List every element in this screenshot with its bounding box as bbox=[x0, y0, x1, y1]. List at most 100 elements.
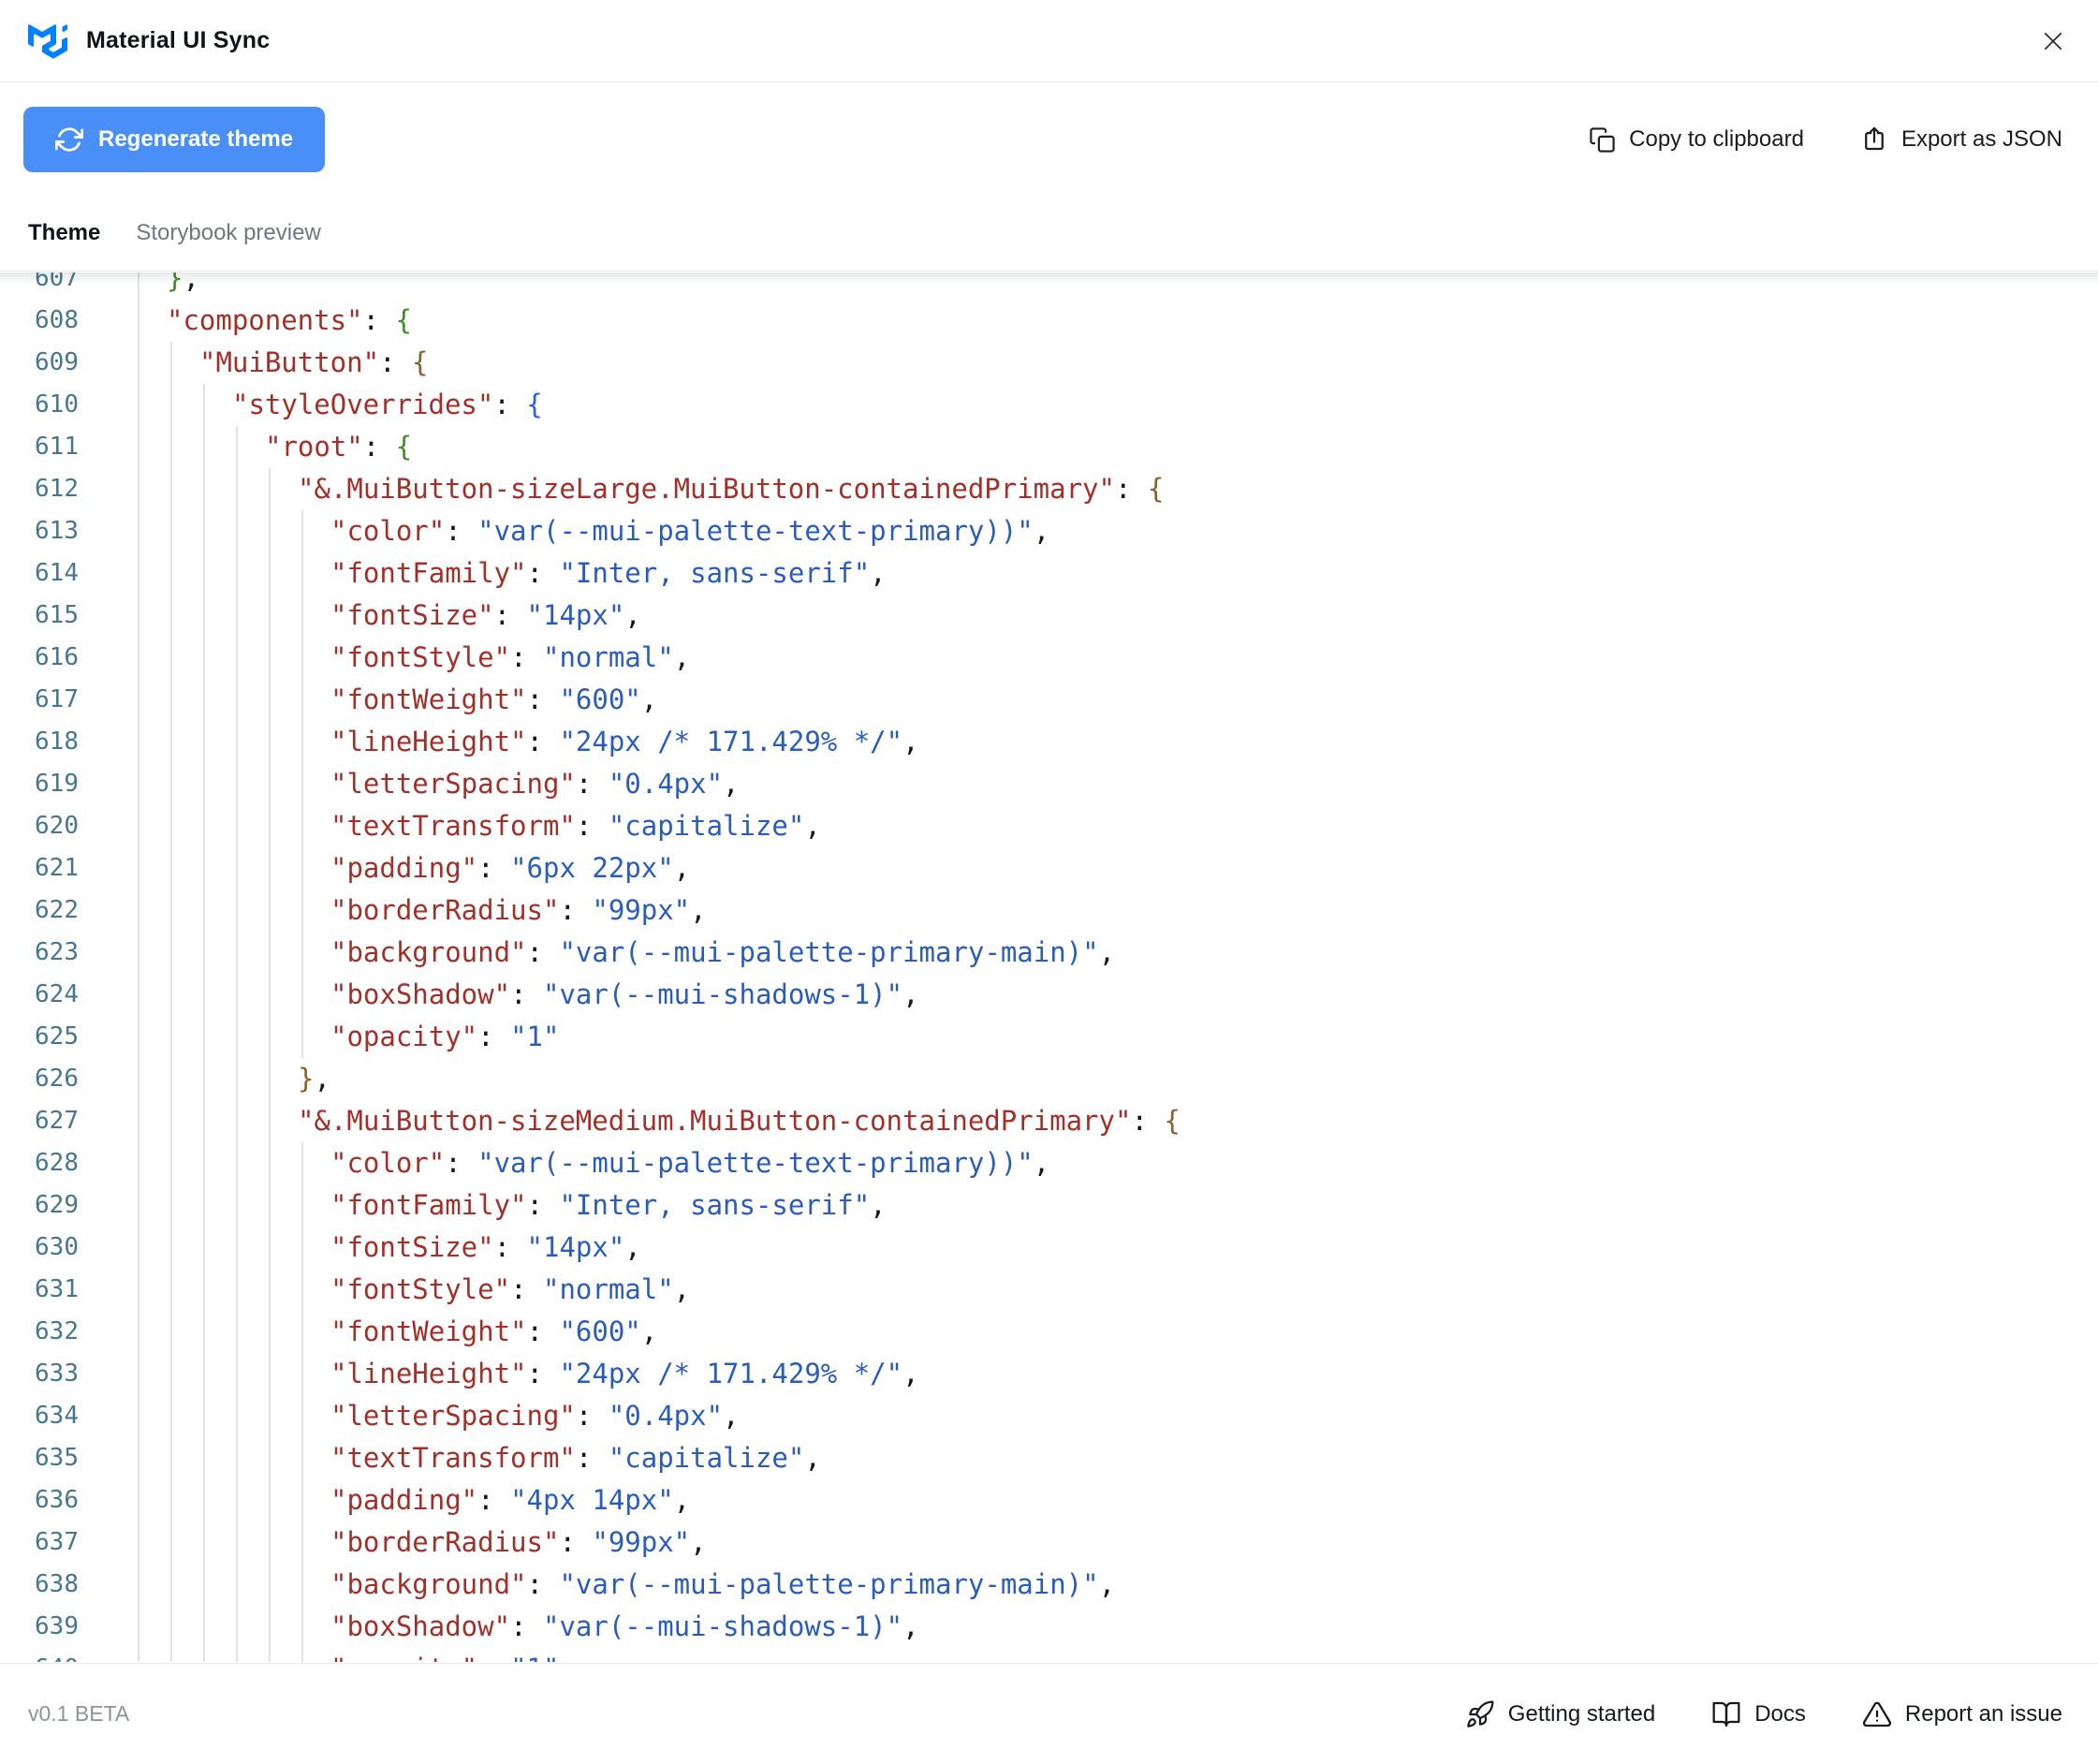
toolbar-actions: Copy to clipboard Export as JSON bbox=[1589, 125, 2062, 154]
indent-guide bbox=[170, 1521, 172, 1564]
code-text: "textTransform": "capitalize", bbox=[330, 810, 821, 842]
export-as-json-label: Export as JSON bbox=[1900, 126, 2062, 152]
code-line: 623 "background": "var(--mui-palette-prim… bbox=[0, 932, 2098, 974]
regenerate-theme-button[interactable]: Regenerate theme bbox=[23, 107, 326, 172]
indent-guide bbox=[138, 1269, 139, 1311]
indent-guide bbox=[301, 889, 303, 932]
indent-guide bbox=[138, 847, 139, 889]
indent-guide bbox=[269, 1437, 271, 1479]
indent-guide bbox=[301, 1269, 303, 1311]
indent-guide bbox=[236, 721, 238, 763]
indent-guide bbox=[138, 1353, 139, 1395]
indent-guide bbox=[301, 595, 303, 637]
line-number: 618 bbox=[35, 728, 79, 756]
indent-guide bbox=[203, 1269, 205, 1311]
indent-guide bbox=[170, 974, 172, 1016]
export-as-json-button[interactable]: Export as JSON bbox=[1860, 125, 2062, 154]
indent-guide bbox=[301, 1521, 303, 1564]
indent-guide bbox=[301, 847, 303, 889]
indent-guide bbox=[203, 721, 205, 763]
line-number: 607 bbox=[35, 272, 79, 292]
material-ui-sync-window: Material UI Sync Regenerate theme Copy t bbox=[0, 0, 2098, 1764]
indent-guide bbox=[236, 932, 238, 974]
code-line: 618 "lineHeight": "24px /* 171.429% */", bbox=[0, 721, 2098, 763]
indent-guide bbox=[236, 679, 238, 721]
report-issue-link[interactable]: Report an issue bbox=[1862, 1699, 2062, 1729]
code-text: "borderRadius": "99px", bbox=[330, 894, 707, 926]
line-number: 633 bbox=[35, 1360, 79, 1388]
code-text: "fontStyle": "normal", bbox=[330, 1273, 691, 1305]
indent-guide bbox=[138, 1016, 139, 1058]
indent-guide bbox=[203, 1437, 205, 1479]
close-button[interactable] bbox=[2036, 24, 2070, 58]
code-editor[interactable]: 607}, 608 "components": {609 "MuiButton": {… bbox=[0, 272, 2098, 1662]
copy-to-clipboard-label: Copy to clipboard bbox=[1629, 126, 1804, 152]
indent-guide bbox=[138, 426, 139, 468]
code-text: "fontSize": "14px", bbox=[330, 1231, 641, 1263]
tab-theme[interactable]: Theme bbox=[28, 220, 100, 246]
code-line: 638 "background": "var(--mui-palette-prim… bbox=[0, 1564, 2098, 1606]
indent-guide bbox=[170, 1100, 172, 1142]
indent-guide bbox=[236, 805, 238, 847]
code-line: 634 "letterSpacing": "0.4px", bbox=[0, 1395, 2098, 1437]
code-line: 629 "fontFamily": "Inter, sans-serif", bbox=[0, 1184, 2098, 1227]
line-number: 612 bbox=[35, 475, 79, 503]
line-number: 614 bbox=[35, 559, 79, 587]
copy-to-clipboard-button[interactable]: Copy to clipboard bbox=[1589, 126, 1804, 154]
indent-guide bbox=[138, 1648, 139, 1662]
warning-icon bbox=[1862, 1701, 1891, 1727]
code-line: 616 "fontStyle": "normal", bbox=[0, 637, 2098, 679]
indent-guide bbox=[170, 932, 172, 974]
code-line: 609 "MuiButton": { bbox=[0, 342, 2098, 384]
indent-guide bbox=[203, 637, 205, 679]
indent-guide bbox=[138, 595, 139, 637]
indent-guide bbox=[269, 805, 271, 847]
indent-guide bbox=[301, 1311, 303, 1353]
indent-guide bbox=[170, 1564, 172, 1606]
indent-guide bbox=[170, 510, 172, 552]
tab-storybook-preview[interactable]: Storybook preview bbox=[136, 220, 320, 246]
indent-guide bbox=[170, 1606, 172, 1648]
indent-guide bbox=[170, 1311, 172, 1353]
export-icon bbox=[1865, 126, 1884, 151]
code-line: 625 "opacity": "1" bbox=[0, 1016, 2098, 1058]
indent-guide bbox=[236, 1606, 238, 1648]
indent-guide bbox=[138, 974, 139, 1016]
code-line: 627 "&.MuiButton-sizeMedium.MuiButton-con… bbox=[0, 1100, 2098, 1142]
indent-guide bbox=[269, 468, 271, 510]
indent-guide bbox=[203, 1479, 205, 1521]
line-number: 638 bbox=[35, 1570, 79, 1598]
code-text: "opacity": "1" bbox=[134, 1648, 2098, 1662]
indent-guide bbox=[236, 1058, 238, 1100]
indent-guide bbox=[170, 468, 172, 510]
code-text: "lineHeight": "24px /* 171.429% */", bbox=[330, 726, 919, 757]
indent-guide bbox=[138, 1227, 139, 1269]
indent-guide bbox=[236, 637, 238, 679]
indent-guide bbox=[138, 1437, 139, 1479]
indent-guide bbox=[170, 426, 172, 468]
indent-guide bbox=[138, 552, 139, 595]
indent-guide bbox=[269, 1184, 271, 1227]
indent-guide bbox=[269, 552, 271, 595]
indent-guide bbox=[236, 1016, 238, 1058]
code-text: "opacity": "1" bbox=[330, 1021, 560, 1052]
code-text: "background": "var(--mui-palette-primary… bbox=[330, 1568, 1116, 1600]
indent-guide bbox=[138, 510, 139, 552]
code-line: 615 "fontSize": "14px", bbox=[0, 595, 2098, 637]
indent-guide bbox=[170, 1269, 172, 1311]
indent-guide bbox=[269, 1521, 271, 1564]
getting-started-link[interactable]: Getting started bbox=[1465, 1699, 1655, 1729]
indent-guide bbox=[269, 1269, 271, 1311]
docs-link[interactable]: Docs bbox=[1711, 1699, 1806, 1729]
indent-guide bbox=[269, 1016, 271, 1058]
indent-guide bbox=[203, 889, 205, 932]
indent-guide bbox=[301, 1648, 303, 1662]
indent-guide bbox=[170, 1648, 172, 1662]
indent-guide bbox=[236, 1564, 238, 1606]
indent-guide bbox=[269, 595, 271, 637]
line-number: 623 bbox=[35, 938, 79, 966]
indent-guide bbox=[138, 1564, 139, 1606]
code-text: "borderRadius": "99px", bbox=[330, 1526, 707, 1558]
indent-guide bbox=[301, 763, 303, 805]
indent-guide bbox=[301, 552, 303, 595]
